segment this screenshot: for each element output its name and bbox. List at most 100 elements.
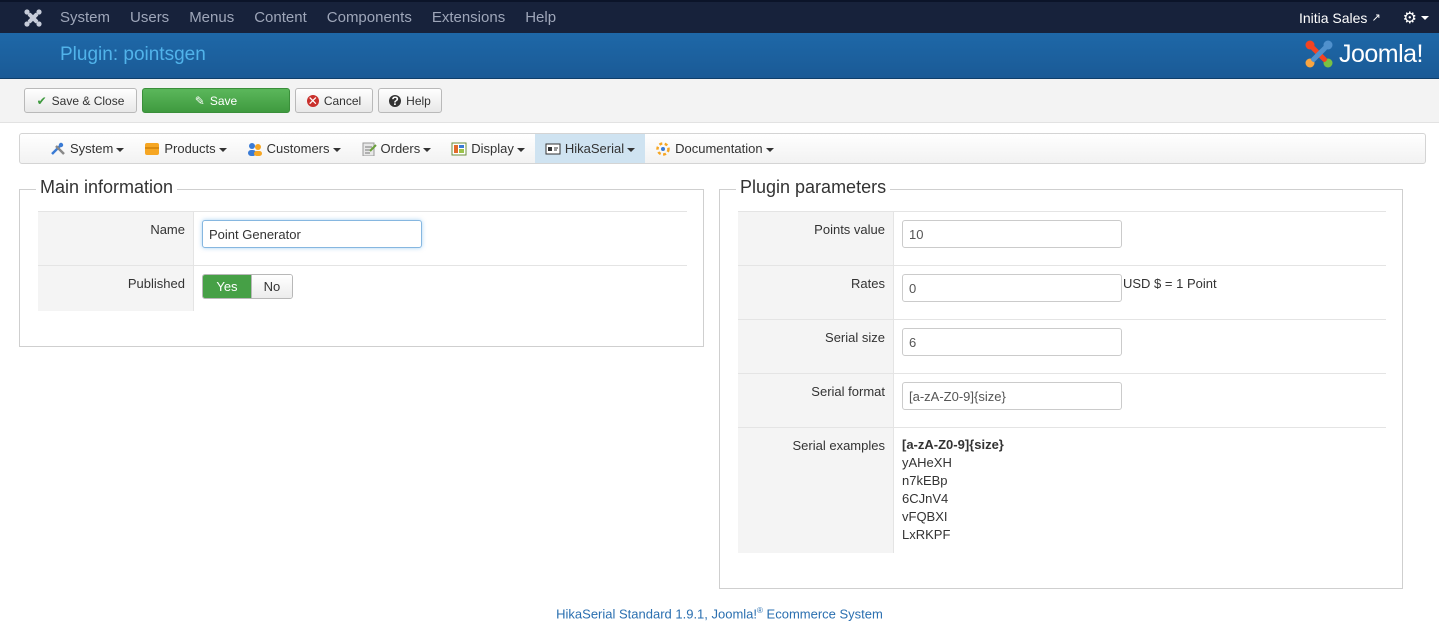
joomla-logo: Joomla! [1303, 38, 1424, 70]
help-icon: ? [389, 94, 402, 108]
topbar-right: Initia Sales ↗ ⚙ [1299, 2, 1429, 33]
cancel-label: Cancel [323, 93, 362, 108]
submenu-orders-label: Orders [380, 141, 421, 156]
published-toggle: Yes No [202, 274, 293, 299]
main-information-fieldset: Main information Name Published Yes No [19, 177, 704, 347]
submenu-customers-label: Customers [266, 141, 330, 156]
products-icon [144, 142, 160, 156]
rates-value-cell: USD $ = 1 Point [894, 266, 1386, 319]
gear-icon[interactable]: ⚙ [1403, 8, 1417, 28]
tools-icon [50, 142, 66, 156]
page-title: Plugin: pointsgen [60, 44, 206, 65]
chevron-down-icon [516, 147, 525, 152]
page-header: Plugin: pointsgen Joomla! [0, 33, 1439, 79]
footer-credit-link[interactable]: HikaSerial Standard 1.9.1, Joomla!® Ecom… [0, 606, 1439, 621]
admin-menu: System Users Menus Content Components Ex… [53, 2, 566, 33]
rates-label: Rates [738, 266, 894, 319]
save-close-label: Save & Close [51, 93, 125, 108]
footer-prefix: HikaSerial Standard 1.9.1, Joomla! [556, 606, 758, 622]
brand-wordmark: Joomla! [1338, 39, 1424, 68]
serial-size-input[interactable] [902, 328, 1122, 356]
serial-icon [545, 142, 561, 156]
joomla-logo-icon [1305, 40, 1333, 68]
submenu-system[interactable]: System [40, 134, 134, 163]
orders-icon [361, 142, 377, 156]
help-label: Help [406, 93, 431, 108]
serial-examples-list: [a-zA-Z0-9]{size} yAHeXH n7kEBp 6CJnV4 v… [894, 428, 1386, 553]
serial-examples-row: Serial examples [a-zA-Z0-9]{size} yAHeXH… [738, 427, 1386, 553]
serial-size-row: Serial size [738, 319, 1386, 373]
submenu-display[interactable]: Display [441, 134, 535, 163]
published-row: Published Yes No [38, 265, 687, 311]
admin-topbar: System Users Menus Content Components Ex… [0, 0, 1439, 33]
menu-menus[interactable]: Menus [179, 2, 244, 33]
site-link[interactable]: Initia Sales ↗ [1299, 10, 1381, 26]
serial-example: vFQBXI [902, 509, 948, 524]
plugin-parameters-fieldset: Plugin parameters Points value Rates USD… [719, 177, 1403, 589]
serial-format-cell [894, 374, 1386, 427]
menu-system[interactable]: System [53, 2, 120, 33]
menu-components[interactable]: Components [317, 2, 422, 33]
submenu-customers[interactable]: Customers [237, 134, 351, 163]
submenu-hikaserial-label: HikaSerial [564, 141, 625, 156]
save-button[interactable]: ✎ Save [142, 88, 290, 113]
save-close-button[interactable]: ✔ Save & Close [24, 88, 137, 113]
name-row: Name [38, 211, 687, 265]
display-icon [451, 142, 467, 156]
menu-extensions[interactable]: Extensions [422, 2, 515, 33]
serial-example-pattern: [a-zA-Z0-9]{size} [902, 437, 1004, 452]
points-value-cell [894, 212, 1386, 265]
published-yes-button[interactable]: Yes [203, 275, 251, 298]
external-link-icon: ↗ [1371, 12, 1381, 24]
chevron-down-icon [1421, 15, 1429, 20]
chevron-down-icon [332, 147, 341, 152]
submenu-display-label: Display [471, 141, 514, 156]
chevron-down-icon [218, 147, 227, 152]
chevron-down-icon [627, 147, 636, 152]
site-name: Initia Sales [1298, 9, 1368, 26]
menu-help[interactable]: Help [515, 2, 566, 33]
chevron-down-icon [765, 147, 774, 152]
chevron-down-icon [423, 147, 432, 152]
chevron-down-icon [116, 147, 125, 152]
serial-examples-label: Serial examples [738, 428, 894, 553]
plugin-parameters-legend: Plugin parameters [736, 177, 891, 198]
submenu-documentation[interactable]: Documentation [645, 134, 783, 163]
published-value-cell: Yes No [194, 266, 687, 311]
published-no-button[interactable]: No [250, 275, 292, 298]
cancel-button[interactable]: ✕ Cancel [295, 88, 373, 113]
cancel-icon: ✕ [306, 93, 319, 108]
menu-content[interactable]: Content [244, 2, 317, 33]
serial-size-label: Serial size [738, 320, 894, 373]
serial-example: n7kEBp [902, 473, 948, 488]
published-label: Published [38, 266, 194, 311]
submenu-hikaserial[interactable]: HikaSerial [534, 134, 646, 163]
points-value-input[interactable] [902, 220, 1122, 248]
submenu-products-label: Products [164, 141, 216, 156]
points-value-row: Points value [738, 211, 1386, 265]
rates-suffix: USD $ = 1 Point [1123, 276, 1217, 291]
save-label: Save [209, 93, 238, 108]
submenu-system-label: System [70, 141, 114, 156]
rates-input[interactable] [902, 274, 1122, 302]
documentation-icon [655, 141, 671, 156]
help-button[interactable]: ? Help [378, 88, 442, 113]
serial-format-row: Serial format [738, 373, 1386, 427]
serial-format-label: Serial format [738, 374, 894, 427]
serial-format-input[interactable] [902, 382, 1122, 410]
menu-users[interactable]: Users [120, 2, 179, 33]
name-input[interactable] [202, 220, 422, 248]
serial-example: LxRKPF [902, 527, 951, 542]
joomla-menu-icon[interactable] [13, 2, 53, 33]
submenu-orders[interactable]: Orders [351, 134, 442, 163]
main-information-legend: Main information [36, 177, 178, 198]
check-icon: ✔ [36, 93, 47, 108]
hikashop-submenu: System Products Customers Orders Display… [19, 133, 1426, 164]
serial-example: yAHeXH [902, 455, 952, 470]
customers-icon [247, 142, 263, 156]
submenu-products[interactable]: Products [134, 134, 236, 163]
edit-icon: ✎ [194, 93, 205, 108]
serial-size-cell [894, 320, 1386, 373]
serial-example: 6CJnV4 [902, 491, 949, 506]
submenu-documentation-label: Documentation [675, 141, 763, 156]
